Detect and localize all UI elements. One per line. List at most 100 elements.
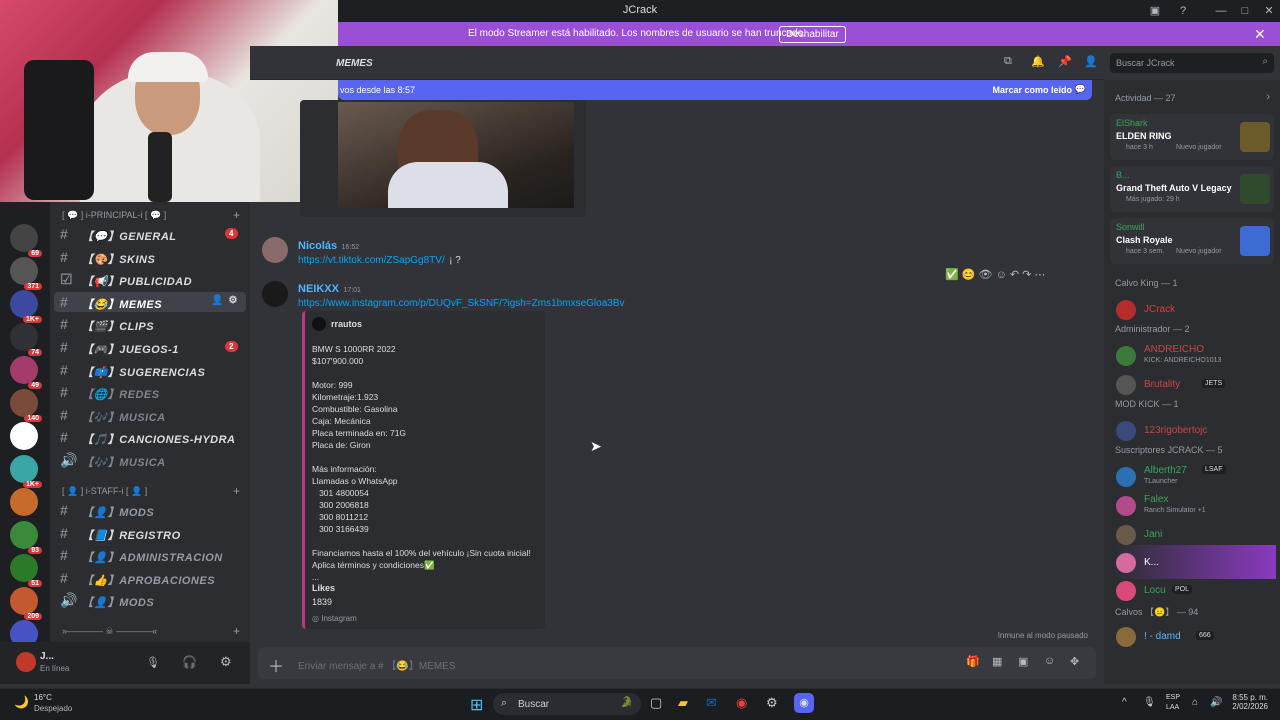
help-icon[interactable]: ? — [1176, 4, 1190, 18]
channel-aprobaciones[interactable]: # 【👍】APROBACIONES — [54, 568, 246, 588]
message-link[interactable]: https://vt.tiktok.com/ZSapGg8TV/ — [298, 255, 445, 266]
channel-sugerencias[interactable]: # 【📫】SUGERENCIAS — [54, 360, 246, 380]
discord-icon[interactable]: ◉ — [794, 693, 814, 713]
member-row[interactable]: Locu POL — [1112, 573, 1276, 607]
meme-image[interactable] — [338, 102, 574, 208]
channel-administracion[interactable]: # 【👤】ADMINISTRACION — [54, 545, 246, 565]
avatar[interactable] — [1116, 300, 1136, 320]
channel-mods[interactable]: # 【👤】MODS — [54, 500, 246, 520]
mic-icon[interactable]: 🎙 — [146, 656, 160, 669]
add-channel-icon[interactable]: + — [233, 208, 240, 222]
category-staff[interactable]: [ 👤 ] i-STAFF-i [ 👤 ] — [62, 486, 147, 497]
headphones-icon[interactable]: 🎧 — [182, 655, 197, 669]
server-icon[interactable]: 371 — [10, 257, 42, 290]
chrome-icon[interactable]: ◉ — [736, 695, 747, 711]
channel-redes[interactable]: # 【🌐】REDES — [54, 382, 246, 402]
members-icon[interactable]: 👤 — [1084, 55, 1098, 68]
server-icon[interactable]: 74 — [10, 323, 42, 356]
image-attachment[interactable] — [300, 100, 586, 217]
channel-skins[interactable]: # 【🎨】SKINS — [54, 247, 246, 267]
volume-icon[interactable]: 🔊 — [1210, 697, 1222, 708]
avatar[interactable] — [262, 281, 288, 307]
member-row[interactable]: JCrack — [1112, 292, 1276, 326]
avatar[interactable] — [1116, 421, 1136, 441]
channel-publicidad[interactable]: ☑ 【📢】PUBLICIDAD — [54, 269, 246, 289]
tray-mic-icon[interactable]: 🎙 — [1143, 697, 1156, 708]
language[interactable]: ESP — [1166, 693, 1180, 703]
server-icon[interactable]: 140 — [10, 389, 42, 422]
avatar[interactable] — [1116, 627, 1136, 647]
disable-streamer-button[interactable]: Deshabilitar — [779, 26, 846, 43]
reply-icon[interactable]: ↶ — [1010, 269, 1019, 281]
server-icon[interactable] — [10, 422, 38, 450]
file-explorer-icon[interactable]: ▰ — [678, 695, 688, 711]
add-member-icon[interactable]: 👤 — [211, 295, 224, 306]
member-row[interactable]: 123rigobertojc — [1112, 413, 1276, 447]
channel-musica[interactable]: # 【🎶】MUSICA — [54, 405, 246, 425]
avatar[interactable] — [1116, 375, 1136, 395]
channel-mods[interactable]: 🔊 【👤】MODS — [54, 590, 246, 610]
taskbar-search[interactable]: ⌕ Buscar 🐊 — [493, 693, 641, 715]
add-attachment-icon[interactable]: ＋ — [268, 653, 284, 677]
server-icon[interactable]: 69 — [10, 224, 42, 257]
maximize-icon[interactable]: □ — [1238, 4, 1252, 18]
apps-icon[interactable]: ✥ — [1070, 655, 1079, 668]
add-channel-icon[interactable]: + — [233, 624, 240, 638]
member-row[interactable]: Brutality JETS — [1112, 367, 1276, 401]
chevron-right-icon[interactable]: › — [1266, 91, 1270, 103]
server-icon[interactable]: 1K+ — [10, 455, 42, 488]
search-input[interactable]: Buscar JCrack — [1116, 58, 1175, 68]
server-icon[interactable]: 93 — [10, 521, 42, 554]
avatar[interactable] — [1116, 496, 1136, 516]
server-icon[interactable] — [10, 488, 38, 516]
activity-card[interactable]: B... Grand Theft Auto V Legacy Más jugado:… — [1110, 166, 1274, 212]
app-icon[interactable]: ⚙ — [766, 695, 778, 711]
tray-arrow-icon[interactable]: ^ — [1122, 697, 1127, 708]
gift-icon[interactable]: 🎁 — [966, 655, 980, 668]
clock[interactable]: 8:55 p. m. 2/02/2026 — [1230, 693, 1268, 711]
server-icon[interactable]: 209 — [10, 587, 42, 620]
close-icon[interactable]: ✕ — [1254, 26, 1266, 43]
category-principal[interactable]: [ 💬 ] i-PRINCIPAL-i [ 💬 ] — [62, 210, 166, 221]
keyboard-layout[interactable]: LAA — [1166, 703, 1180, 713]
message-link[interactable]: https://www.instagram.com/p/DUQvF_SkSNF/… — [298, 298, 625, 309]
activity-card[interactable]: ElShark ELDEN RING hace 3 h Nuevo jugador — [1110, 114, 1274, 160]
avatar[interactable] — [1116, 346, 1136, 366]
activity-card[interactable]: Sonwill Clash Royale hace 3 sem. Nuevo juga… — [1110, 218, 1274, 264]
avatar[interactable] — [16, 652, 36, 672]
activity-header[interactable]: Actividad — 27 — [1115, 93, 1176, 103]
server-icon[interactable]: 51 — [10, 554, 42, 587]
channel-juegos-1[interactable]: # 【🎮】JUEGOS-1 2 — [54, 337, 246, 357]
avatar[interactable] — [1116, 581, 1136, 601]
channel-general[interactable]: # 【💬】GENERAL 4 — [54, 224, 246, 244]
avatar[interactable] — [262, 237, 288, 263]
emoji-icon[interactable]: ☺ — [1044, 655, 1055, 667]
add-reaction-icon[interactable]: ☺ — [996, 269, 1007, 281]
channel-musica[interactable]: 🔊 【🎶】MUSICA — [54, 450, 246, 470]
start-icon[interactable]: ⊞ — [470, 695, 483, 715]
weather-icon[interactable]: 🌙 — [14, 695, 29, 709]
message-input[interactable]: Enviar mensaje a # 【😂】MEMES — [298, 657, 456, 672]
message-composer[interactable]: ＋ Enviar mensaje a # 【😂】MEMES 🎁 ▦ ▣ ☺ ✥ — [258, 647, 1096, 679]
channel-registro[interactable]: # 【📘】REGISTRO — [54, 523, 246, 543]
category-separator[interactable]: »———— ☠ ————« — [62, 626, 157, 637]
server-icon[interactable]: 1K+ — [10, 290, 42, 323]
server-icon[interactable]: 49 — [10, 356, 42, 389]
check-reaction-icon[interactable]: ✅ — [945, 269, 959, 281]
forward-icon[interactable]: ↷ — [1022, 269, 1031, 281]
avatar[interactable] — [1116, 525, 1136, 545]
eye-icon[interactable]: 👁 — [979, 269, 993, 281]
pin-icon[interactable]: 📌 — [1058, 55, 1072, 68]
new-messages-bar[interactable]: vos desde las 8:57 Marcar como leído 💬 — [338, 80, 1092, 100]
mail-icon[interactable]: ✉ — [706, 695, 717, 711]
network-icon[interactable]: ⌂ — [1192, 697, 1198, 708]
add-channel-icon[interactable]: + — [233, 484, 240, 498]
sticker-icon[interactable]: ▣ — [1018, 655, 1028, 668]
channel-canciones-hydra[interactable]: # 【🎵】CANCIONES-HYDRA — [54, 427, 246, 447]
avatar[interactable] — [1116, 553, 1136, 573]
gear-icon[interactable]: ⚙ — [229, 295, 238, 306]
gear-icon[interactable]: ⚙ — [220, 654, 232, 670]
channel-memes[interactable]: # 【😂】MEMES 👤 ⚙ — [54, 291, 246, 312]
search-bar[interactable]: Buscar JCrack ⌕ — [1110, 53, 1274, 73]
task-view-icon[interactable]: ▢ — [650, 695, 662, 711]
